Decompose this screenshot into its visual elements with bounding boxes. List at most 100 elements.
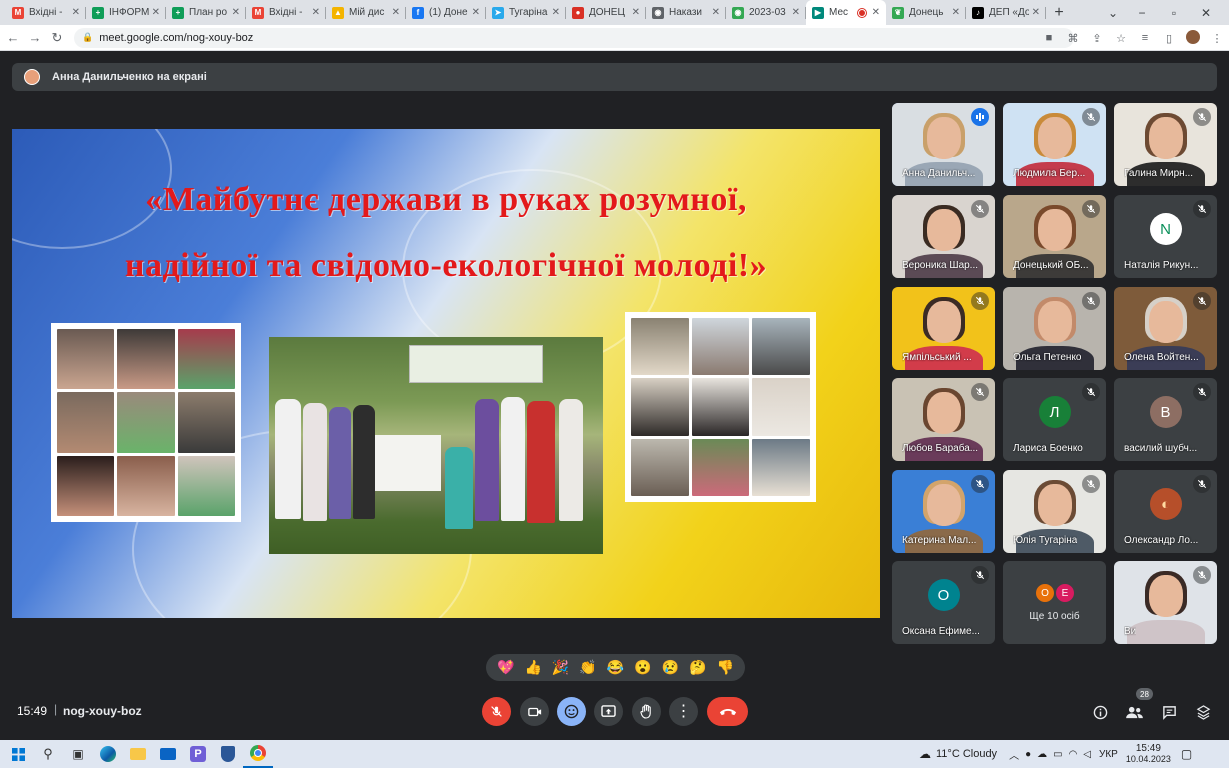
tab-close-icon[interactable]: ✕ [712, 7, 720, 18]
participant-tile[interactable]: Любов Бараба... [892, 378, 995, 461]
tray-mic-icon[interactable]: ● [1025, 749, 1031, 760]
browser-tab[interactable]: ◉ Накази ✕ [646, 0, 726, 25]
party-popper-icon[interactable]: 🎉 [552, 659, 569, 676]
browser-tab[interactable]: ▶ Мес ✕ [806, 0, 886, 25]
edge-icon[interactable] [93, 740, 123, 768]
url-field[interactable]: 🔒 meet.google.com/nog-xouy-boz [74, 27, 1074, 48]
participant-tile[interactable]: Катерина Мал... [892, 470, 995, 553]
tab-close-icon[interactable]: ✕ [152, 7, 160, 18]
task-view-icon[interactable]: ▣ [63, 740, 93, 768]
weather-text[interactable]: 11°C Cloudy [936, 748, 997, 760]
security-shield-icon[interactable] [213, 740, 243, 768]
tab-close-icon[interactable]: ✕ [792, 7, 800, 18]
more-options-button[interactable]: ⋮ [669, 697, 698, 726]
participant-tile[interactable]: ◐ Олександр Ло... [1114, 470, 1217, 553]
participant-tile[interactable]: Анна Данильч... [892, 103, 995, 186]
menu-kebab-icon[interactable]: ⋮ [1205, 32, 1229, 45]
battery-icon[interactable]: ▭ [1053, 749, 1062, 760]
camera-icon[interactable]: ■ [1037, 32, 1061, 44]
profile-avatar[interactable] [1181, 29, 1205, 47]
chat-button[interactable] [1158, 701, 1180, 723]
tab-close-icon[interactable]: ✕ [872, 7, 880, 18]
surprised-face-icon[interactable]: 😮 [634, 659, 651, 676]
tab-close-icon[interactable]: ✕ [472, 7, 480, 18]
taskbar-clock[interactable]: 15:49 10.04.2023 [1126, 743, 1171, 765]
language-indicator[interactable]: УКР [1099, 749, 1118, 760]
onedrive-icon[interactable]: ☁ [1037, 749, 1047, 760]
browser-tab[interactable]: ➤ Тугаріна ✕ [486, 0, 566, 25]
leave-call-button[interactable] [707, 697, 748, 726]
participant-tile[interactable]: Вероника Шар... [892, 195, 995, 278]
raise-hand-button[interactable] [632, 697, 661, 726]
minimize-icon[interactable]: − [1126, 6, 1158, 20]
tab-close-icon[interactable]: ✕ [312, 7, 320, 18]
sad-face-icon[interactable]: 😢 [662, 659, 679, 676]
camera-button[interactable] [520, 697, 549, 726]
more-participants-tile[interactable]: О Е Ще 10 осіб [1003, 561, 1106, 644]
translate-icon[interactable]: ⌘ [1061, 32, 1085, 45]
browser-tab[interactable]: ● ДОНЕЦ ✕ [566, 0, 646, 25]
weather-icon[interactable]: ☁ [919, 747, 931, 761]
people-button[interactable] [1123, 701, 1145, 723]
browser-tab[interactable]: ❦ Донець ✕ [886, 0, 966, 25]
browser-tab[interactable]: + ІНФОРМ ✕ [86, 0, 166, 25]
thumbs-down-icon[interactable]: 👎 [717, 659, 734, 676]
lock-icon[interactable]: 🔒 [82, 32, 93, 43]
maximize-icon[interactable]: ▫ [1158, 6, 1190, 20]
browser-tab[interactable]: f (1) Доне ✕ [406, 0, 486, 25]
participant-tile[interactable]: Ямпільський ... [892, 287, 995, 370]
tab-close-icon[interactable]: ✕ [72, 7, 80, 18]
participant-tile[interactable]: О Оксана Ефиме... [892, 561, 995, 644]
reading-list-icon[interactable]: ≡ [1133, 32, 1157, 44]
activities-button[interactable] [1192, 701, 1214, 723]
tears-of-joy-icon[interactable]: 😂 [607, 659, 624, 676]
participant-tile[interactable]: Ввасилий шубч... [1114, 378, 1217, 461]
participant-tile[interactable]: Людмила Бер... [1003, 103, 1106, 186]
tab-close-icon[interactable]: ✕ [392, 7, 400, 18]
tab-close-icon[interactable]: ✕ [552, 7, 560, 18]
browser-tab[interactable]: ♪ ДЕП «До ✕ [966, 0, 1046, 25]
forward-icon[interactable]: → [24, 30, 46, 45]
tab-close-icon[interactable]: ✕ [1032, 7, 1040, 18]
volume-icon[interactable]: ◁ [1083, 749, 1091, 760]
chrome-icon[interactable] [243, 740, 273, 768]
tab-close-icon[interactable]: ✕ [232, 7, 240, 18]
reload-icon[interactable]: ↻ [46, 30, 68, 46]
participant-tile[interactable]: Олена Войтен... [1114, 287, 1217, 370]
browser-tab[interactable]: ◉ 2023-03 ✕ [726, 0, 806, 25]
close-window-icon[interactable]: ✕ [1190, 6, 1222, 20]
windows-start-icon[interactable] [3, 740, 33, 768]
tab-close-icon[interactable]: ✕ [952, 7, 960, 18]
thumbs-up-icon[interactable]: 👍 [524, 659, 541, 676]
mail-icon[interactable] [153, 740, 183, 768]
back-icon[interactable]: ← [2, 30, 24, 45]
bookmark-star-icon[interactable]: ☆ [1109, 32, 1133, 45]
captions-button[interactable] [557, 697, 586, 726]
participant-tile[interactable]: Галина Мирн... [1114, 103, 1217, 186]
browser-tab[interactable]: M Вхідні - ✕ [246, 0, 326, 25]
app-p-icon[interactable]: P [183, 740, 213, 768]
meeting-info-button[interactable] [1089, 701, 1111, 723]
browser-tab[interactable]: ▲ Мій дис ✕ [326, 0, 406, 25]
participant-tile[interactable]: N Наталія Рикун... [1114, 195, 1217, 278]
browser-tab[interactable]: M Вхідні - ✕ [6, 0, 86, 25]
share-icon[interactable]: ⇪ [1085, 32, 1109, 45]
participant-tile[interactable]: Л Лариса Боенко [1003, 378, 1106, 461]
browser-tab[interactable]: + План ро ✕ [166, 0, 246, 25]
participant-tile[interactable]: Юлія Тугаріна [1003, 470, 1106, 553]
participant-tile[interactable]: Ви [1114, 561, 1217, 644]
thinking-face-icon[interactable]: 🤔 [689, 659, 706, 676]
notifications-icon[interactable]: ▢ [1181, 747, 1192, 761]
wifi-icon[interactable]: ◠ [1069, 749, 1078, 760]
tab-search-icon[interactable]: ⌄ [1100, 6, 1126, 20]
tray-chevron-icon[interactable]: ︿ [1009, 747, 1019, 762]
mic-off-button[interactable] [482, 697, 511, 726]
side-panel-icon[interactable]: ▯ [1157, 32, 1181, 45]
file-explorer-icon[interactable] [123, 740, 153, 768]
present-button[interactable] [594, 697, 623, 726]
participant-tile[interactable]: Ольга Петенко [1003, 287, 1106, 370]
sparkling-heart-icon[interactable]: 💖 [497, 659, 514, 676]
search-icon[interactable]: ⚲ [33, 740, 63, 768]
participant-tile[interactable]: Донецький ОБ... [1003, 195, 1106, 278]
tab-close-icon[interactable]: ✕ [632, 7, 640, 18]
